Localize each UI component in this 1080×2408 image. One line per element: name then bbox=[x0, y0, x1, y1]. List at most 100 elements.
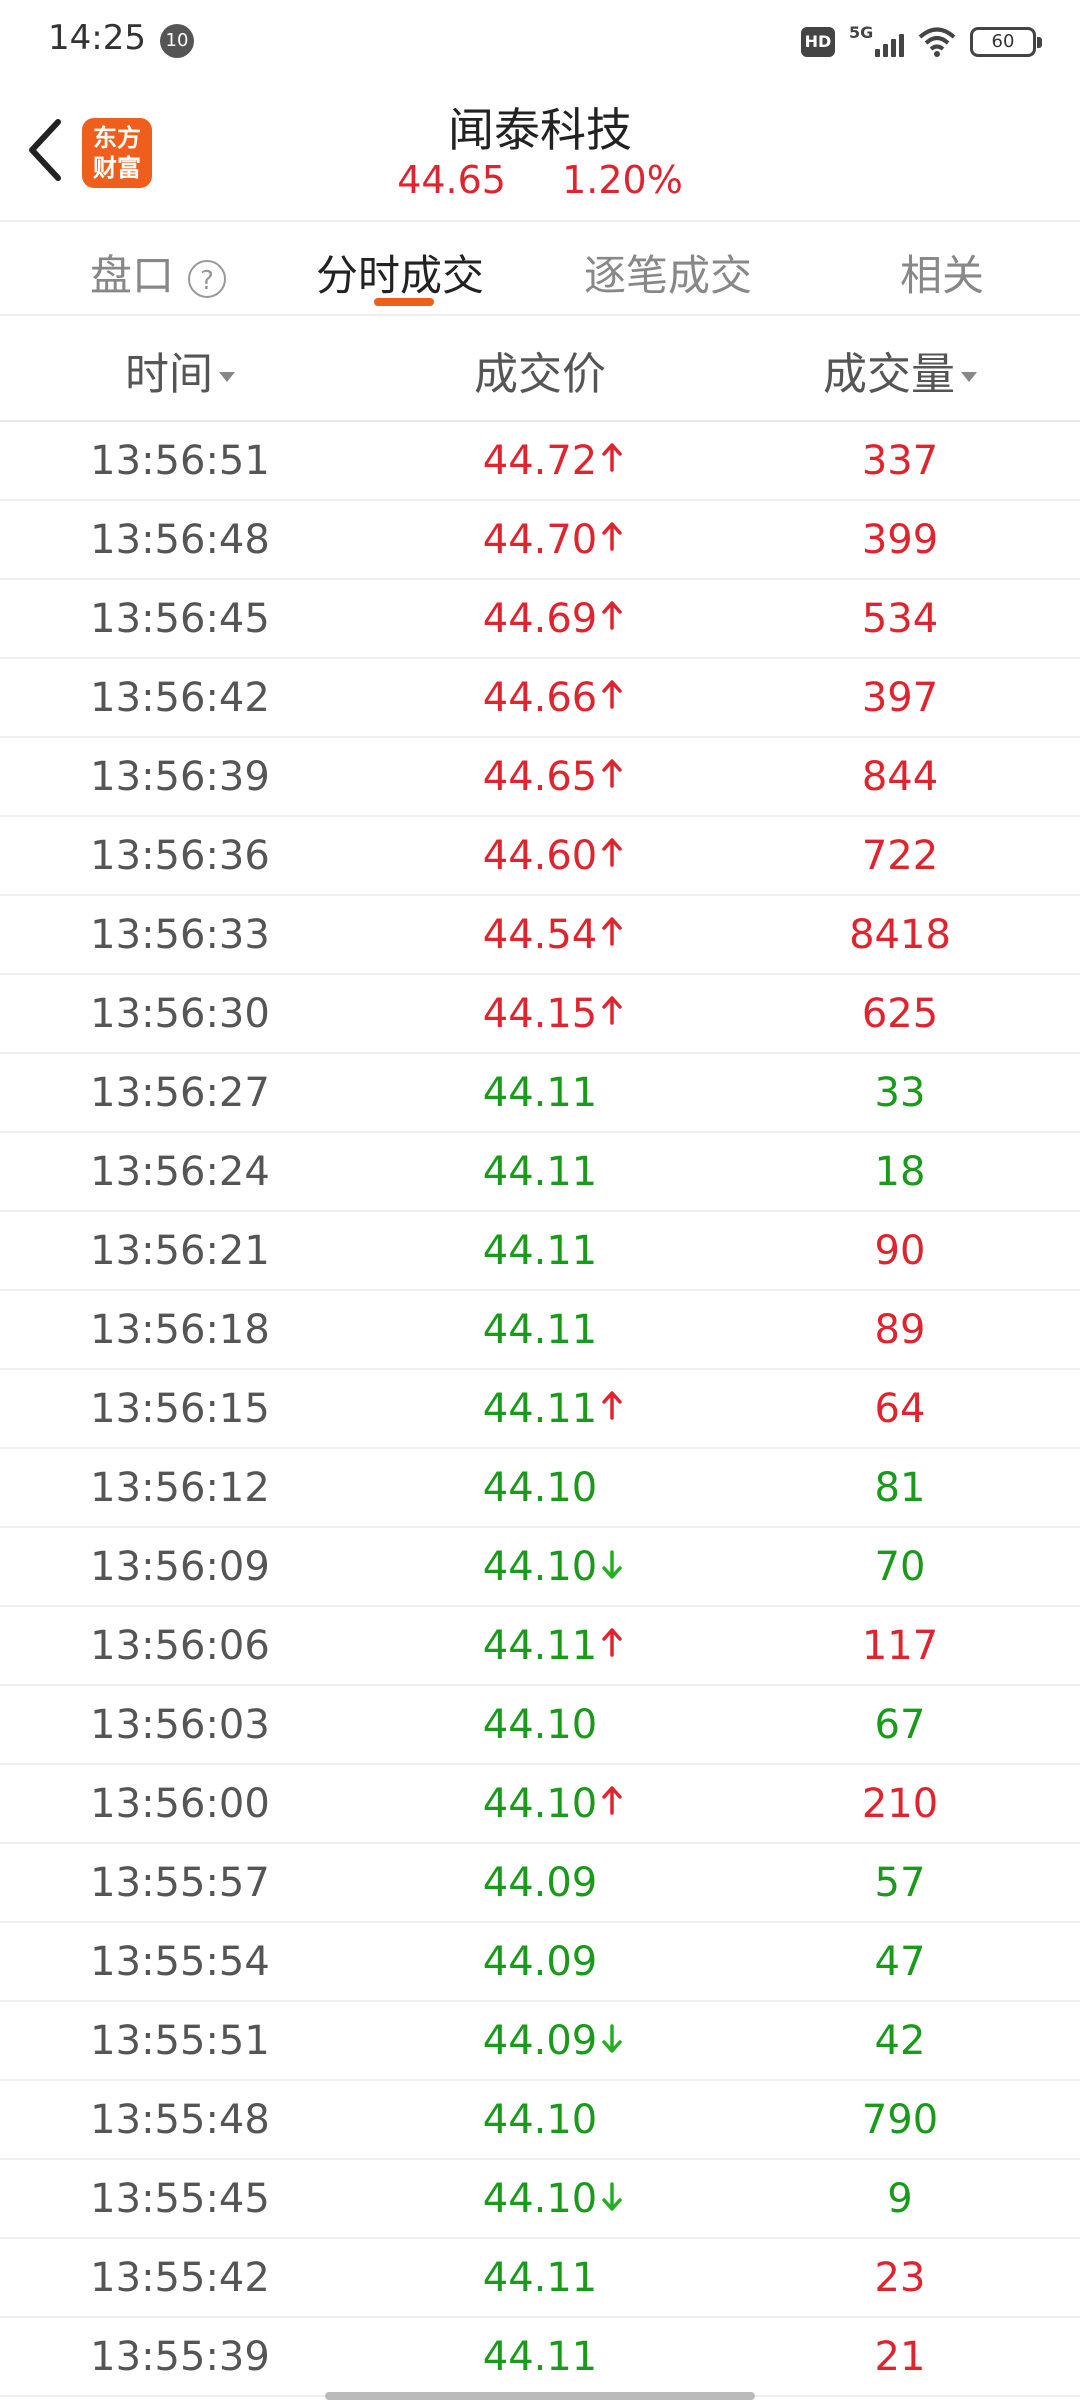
table-row: 13:55:48 44.10 790 bbox=[0, 2081, 1080, 2160]
help-icon[interactable]: ? bbox=[188, 259, 227, 298]
network-type: 5G bbox=[849, 23, 874, 42]
notification-badge: 10 bbox=[160, 24, 194, 58]
trade-price: 44.11 bbox=[482, 1149, 598, 1195]
trade-time: 13:56:42 bbox=[90, 675, 270, 721]
arrow-up-icon bbox=[602, 759, 622, 788]
trade-volume: 844 bbox=[861, 754, 939, 800]
table-row: 13:56:06 44.11 117 bbox=[0, 1607, 1080, 1686]
table-row: 13:56:51 44.72 337 bbox=[0, 422, 1080, 501]
arrow-up-icon bbox=[602, 522, 622, 551]
trade-price: 44.72 bbox=[482, 438, 598, 484]
table-row: 13:55:57 44.09 57 bbox=[0, 1844, 1080, 1923]
trade-volume: 210 bbox=[861, 1781, 939, 1827]
hd-icon: HD bbox=[801, 27, 835, 57]
trade-time: 13:56:03 bbox=[90, 1702, 270, 1748]
trade-time: 13:55:57 bbox=[90, 1860, 270, 1906]
col-time-header[interactable]: 时间 bbox=[125, 338, 235, 402]
tab-bar: 盘口? 分时成交 逐笔成交 相关 bbox=[0, 220, 1080, 316]
trade-time: 13:56:48 bbox=[90, 517, 270, 563]
trade-time: 13:56:51 bbox=[90, 438, 270, 484]
trade-time: 13:56:27 bbox=[90, 1070, 270, 1116]
trade-list: 13:56:51 44.72 337 13:56:48 44.70 399 13:56:45… bbox=[0, 422, 1080, 2397]
trade-price: 44.69 bbox=[482, 596, 598, 642]
trade-time: 13:56:06 bbox=[90, 1623, 270, 1669]
wifi-icon bbox=[918, 27, 956, 57]
home-indicator[interactable] bbox=[325, 2392, 755, 2400]
trade-time: 13:56:24 bbox=[90, 1149, 270, 1195]
trade-time: 13:55:42 bbox=[90, 2255, 270, 2301]
arrow-up-icon bbox=[602, 680, 622, 709]
trade-time: 13:55:39 bbox=[90, 2334, 270, 2380]
trade-price: 44.15 bbox=[482, 991, 598, 1037]
table-row: 13:55:39 44.11 21 bbox=[0, 2318, 1080, 2397]
trade-volume: 64 bbox=[874, 1386, 926, 1432]
stock-name: 闻泰科技 bbox=[448, 103, 632, 157]
trade-time: 13:55:48 bbox=[90, 2097, 270, 2143]
table-row: 13:55:51 44.09 42 bbox=[0, 2002, 1080, 2081]
arrow-up-icon bbox=[602, 996, 622, 1025]
trade-time: 13:56:45 bbox=[90, 596, 270, 642]
trade-price: 44.60 bbox=[482, 833, 598, 879]
arrow-up-icon bbox=[602, 1391, 622, 1420]
trade-volume: 90 bbox=[874, 1228, 926, 1274]
arrow-up-icon bbox=[602, 917, 622, 946]
trade-time: 13:56:15 bbox=[90, 1386, 270, 1432]
arrow-down-icon bbox=[602, 2182, 622, 2211]
trade-volume: 790 bbox=[861, 2097, 939, 2143]
trade-price: 44.54 bbox=[482, 912, 598, 958]
trade-time: 13:56:00 bbox=[90, 1781, 270, 1827]
trade-time: 13:55:45 bbox=[90, 2176, 270, 2222]
table-row: 13:56:30 44.15 625 bbox=[0, 975, 1080, 1054]
trade-time: 13:55:54 bbox=[90, 1939, 270, 1985]
trade-volume: 8418 bbox=[849, 912, 951, 958]
trade-price: 44.11 bbox=[482, 1386, 598, 1432]
sort-down-icon bbox=[219, 372, 235, 382]
column-header: 时间 成交价 成交量 bbox=[0, 316, 1080, 422]
trade-volume: 399 bbox=[861, 517, 939, 563]
trade-price: 44.11 bbox=[482, 1623, 598, 1669]
tab-xiangguan[interactable]: 相关 bbox=[900, 242, 984, 303]
tab-zhubi[interactable]: 逐笔成交 bbox=[584, 242, 752, 303]
stock-header: 东方 财富 闻泰科技 44.65 1.20% bbox=[0, 80, 1080, 220]
arrow-up-icon bbox=[602, 443, 622, 472]
table-row: 13:56:09 44.10 70 bbox=[0, 1528, 1080, 1607]
trade-volume: 81 bbox=[874, 1465, 926, 1511]
table-row: 13:56:45 44.69 534 bbox=[0, 580, 1080, 659]
trade-volume: 21 bbox=[874, 2334, 926, 2380]
trade-volume: 70 bbox=[874, 1544, 926, 1590]
table-row: 13:56:15 44.11 64 bbox=[0, 1370, 1080, 1449]
trade-volume: 18 bbox=[874, 1149, 926, 1195]
stock-change-pct: 1.20% bbox=[562, 158, 683, 202]
table-row: 13:56:27 44.11 33 bbox=[0, 1054, 1080, 1133]
trade-volume: 117 bbox=[861, 1623, 939, 1669]
trade-price: 44.70 bbox=[482, 517, 598, 563]
table-row: 13:56:42 44.66 397 bbox=[0, 659, 1080, 738]
status-time: 14:25 bbox=[48, 18, 146, 58]
table-row: 13:55:54 44.09 47 bbox=[0, 1923, 1080, 2002]
col-volume-header[interactable]: 成交量 bbox=[823, 338, 977, 402]
table-row: 13:56:24 44.11 18 bbox=[0, 1133, 1080, 1212]
trade-volume: 33 bbox=[874, 1070, 926, 1116]
trade-time: 13:56:12 bbox=[90, 1465, 270, 1511]
trade-volume: 89 bbox=[874, 1307, 926, 1353]
active-tab-indicator bbox=[374, 298, 434, 306]
table-row: 13:56:21 44.11 90 bbox=[0, 1212, 1080, 1291]
table-row: 13:56:00 44.10 210 bbox=[0, 1765, 1080, 1844]
tab-fenshi[interactable]: 分时成交 bbox=[316, 242, 484, 303]
trade-price: 44.66 bbox=[482, 675, 598, 721]
trade-price: 44.10 bbox=[482, 2097, 598, 2143]
trade-volume: 57 bbox=[874, 1860, 926, 1906]
trade-price: 44.09 bbox=[482, 1939, 598, 1985]
trade-price: 44.11 bbox=[482, 2255, 598, 2301]
trade-volume: 23 bbox=[874, 2255, 926, 2301]
trade-price: 44.11 bbox=[482, 1307, 598, 1353]
trade-price: 44.10 bbox=[482, 1544, 598, 1590]
trade-price: 44.11 bbox=[482, 2334, 598, 2380]
arrow-down-icon bbox=[602, 2024, 622, 2053]
tab-pankou[interactable]: 盘口? bbox=[90, 242, 227, 303]
trade-volume: 534 bbox=[861, 596, 939, 642]
arrow-up-icon bbox=[602, 838, 622, 867]
trade-price: 44.09 bbox=[482, 1860, 598, 1906]
table-row: 13:55:42 44.11 23 bbox=[0, 2239, 1080, 2318]
trade-volume: 47 bbox=[874, 1939, 926, 1985]
